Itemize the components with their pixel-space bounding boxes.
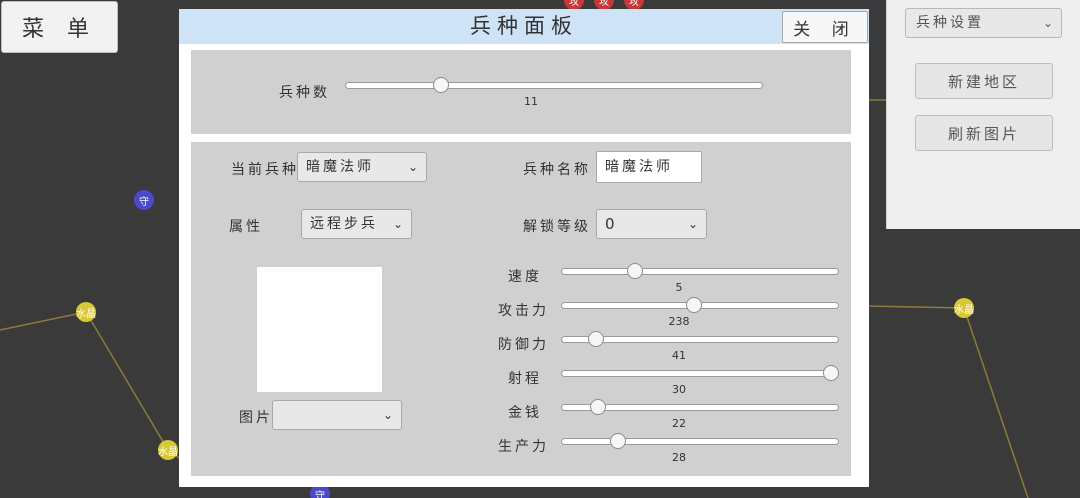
stat-slider[interactable]	[561, 365, 839, 382]
troop-count-section: 兵种数 11	[191, 50, 851, 134]
slider-thumb[interactable]	[685, 297, 702, 313]
slider-thumb[interactable]	[823, 365, 839, 381]
image-select[interactable]: ⌄	[272, 400, 402, 430]
menu-button[interactable]: 菜 单	[1, 1, 118, 53]
troop-image-preview	[257, 267, 382, 392]
slider-thumb[interactable]	[609, 433, 626, 449]
map-node-crystal[interactable]: 水晶	[76, 302, 96, 322]
stat-value: 5	[675, 281, 683, 294]
current-troop-value: 暗魔法师	[306, 159, 374, 175]
stat-label: 金钱	[508, 405, 542, 421]
attribute-value: 远程步兵	[310, 216, 378, 232]
stat-label: 攻击力	[498, 303, 549, 319]
slider-thumb[interactable]	[587, 331, 604, 347]
refresh-image-button[interactable]: 刷新图片	[915, 115, 1053, 151]
stat-value: 238	[668, 315, 690, 328]
troop-count-label: 兵种数	[279, 85, 330, 101]
attribute-select[interactable]: 远程步兵 ⌄	[301, 209, 412, 239]
attribute-label: 属性	[229, 219, 263, 235]
troop-count-value: 11	[524, 95, 538, 108]
troop-name-label: 兵种名称	[523, 162, 591, 178]
chevron-down-icon: ⌄	[1042, 16, 1053, 30]
stat-value: 28	[672, 451, 686, 464]
map-node-crystal[interactable]: 水晶	[158, 440, 178, 460]
stat-slider[interactable]	[561, 433, 839, 450]
stat-label: 生产力	[498, 439, 549, 455]
stat-value: 30	[672, 383, 686, 396]
map-node-defense[interactable]: 守	[134, 190, 154, 210]
stat-slider[interactable]	[561, 399, 839, 416]
stat-label: 防御力	[498, 337, 549, 353]
side-panel: 兵种设置 ⌄ 新建地区 刷新图片	[886, 0, 1080, 229]
slider-track	[561, 268, 839, 275]
stat-value: 22	[672, 417, 686, 430]
troop-count-slider[interactable]	[345, 77, 763, 94]
slider-track	[561, 438, 839, 445]
image-label: 图片	[239, 410, 273, 426]
current-troop-select[interactable]: 暗魔法师 ⌄	[297, 152, 427, 182]
stat-label: 射程	[508, 371, 542, 387]
chevron-down-icon: ⌄	[407, 160, 418, 174]
dialog-title: 兵种面板	[470, 14, 578, 38]
slider-thumb[interactable]	[433, 77, 450, 93]
slider-thumb[interactable]	[589, 399, 606, 415]
slider-thumb[interactable]	[626, 263, 643, 279]
current-troop-label: 当前兵种	[231, 162, 299, 178]
map-node-crystal[interactable]: 水晶	[954, 298, 974, 318]
side-mode-select[interactable]: 兵种设置 ⌄	[905, 8, 1062, 38]
chevron-down-icon: ⌄	[687, 217, 698, 231]
stat-slider[interactable]	[561, 331, 839, 348]
side-mode-select-value: 兵种设置	[916, 15, 984, 31]
slider-track	[561, 370, 839, 377]
stat-value: 41	[672, 349, 686, 362]
unlock-level-select[interactable]: 0 ⌄	[596, 209, 707, 239]
new-region-button[interactable]: 新建地区	[915, 63, 1053, 99]
stat-slider[interactable]	[561, 297, 839, 314]
stat-slider[interactable]	[561, 263, 839, 280]
chevron-down-icon: ⌄	[382, 408, 393, 422]
troop-detail-section: 当前兵种 暗魔法师 ⌄ 兵种名称 暗魔法师 属性 远程步兵 ⌄ 解锁等级 0 ⌄…	[191, 142, 851, 476]
stat-label: 速度	[508, 269, 542, 285]
chevron-down-icon: ⌄	[392, 217, 403, 231]
unlock-level-label: 解锁等级	[523, 219, 591, 235]
troop-name-input[interactable]: 暗魔法师	[596, 151, 702, 183]
troop-panel-dialog: 兵种面板 关 闭 兵种数 11 当前兵种 暗魔法师 ⌄ 兵种名称 暗魔法师 属性…	[179, 9, 869, 487]
slider-track	[345, 82, 763, 89]
close-button[interactable]: 关 闭	[782, 11, 868, 43]
unlock-level-value: 0	[605, 215, 618, 233]
